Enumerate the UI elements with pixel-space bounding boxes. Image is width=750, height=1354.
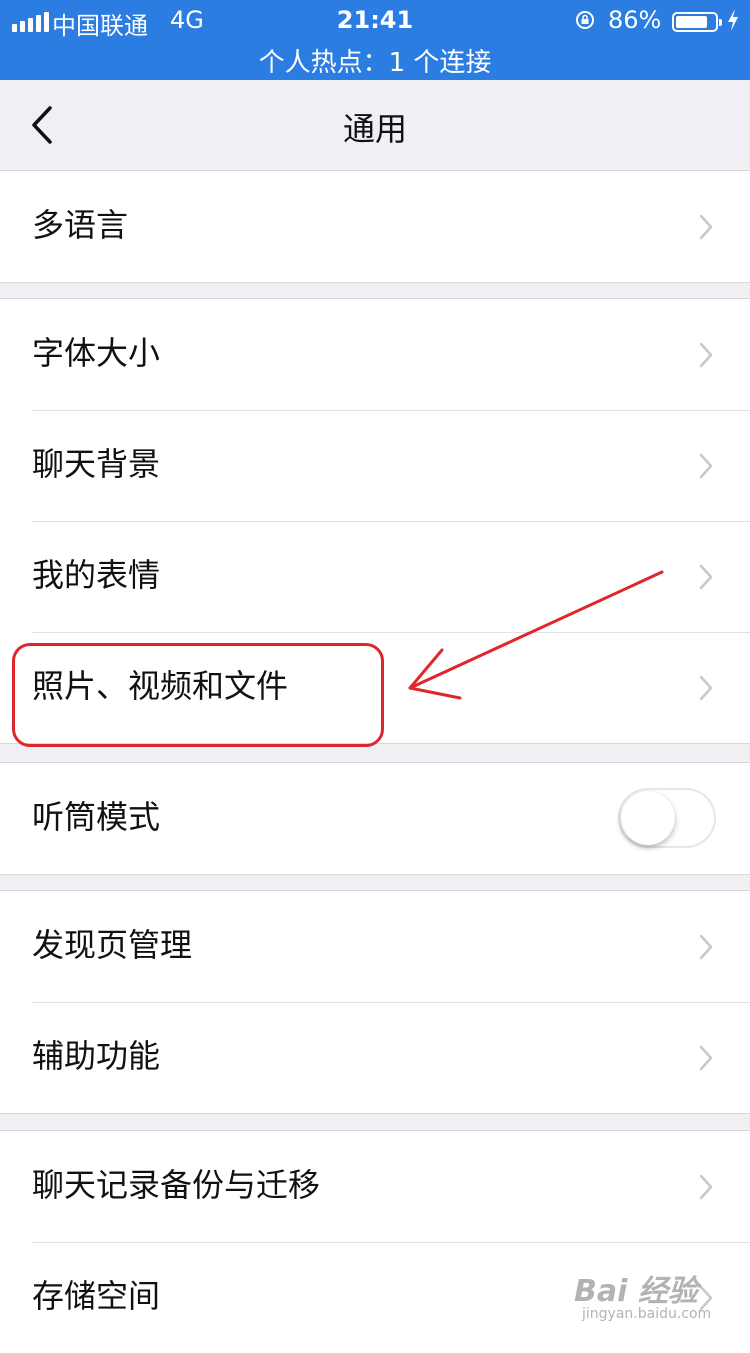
battery-percent: 86% bbox=[608, 6, 662, 34]
chevron-right-icon bbox=[699, 1285, 713, 1311]
settings-group-language: 多语言 bbox=[0, 170, 750, 283]
settings-item-label: 多语言 bbox=[32, 206, 129, 244]
chevron-right-icon bbox=[699, 934, 713, 960]
chevron-right-icon bbox=[699, 1174, 713, 1200]
earpiece-mode-toggle[interactable] bbox=[618, 788, 716, 848]
settings-item-earpiece-mode: 听筒模式 bbox=[0, 763, 750, 874]
settings-item-discover-management[interactable]: 发现页管理 bbox=[0, 891, 750, 1002]
charging-bolt-icon bbox=[728, 9, 738, 31]
settings-item-label: 照片、视频和文件 bbox=[32, 667, 289, 705]
settings-item-label: 存储空间 bbox=[32, 1277, 161, 1315]
settings-item-label: 辅助功能 bbox=[32, 1037, 161, 1075]
chevron-right-icon bbox=[699, 1045, 713, 1071]
chevron-right-icon bbox=[699, 675, 713, 701]
settings-item-my-stickers[interactable]: 我的表情 bbox=[0, 521, 750, 632]
navigation-bar: 通用 bbox=[0, 80, 750, 171]
settings-item-chat-backup-migration[interactable]: 聊天记录备份与迁移 bbox=[0, 1131, 750, 1242]
page-title: 通用 bbox=[342, 110, 407, 148]
settings-item-label: 聊天记录备份与迁移 bbox=[32, 1166, 321, 1204]
settings-item-language[interactable]: 多语言 bbox=[0, 171, 750, 282]
chevron-right-icon bbox=[699, 342, 713, 368]
status-bar: 中国联通 4G 21:41 86% 个人热点：1 个连接 bbox=[0, 0, 750, 80]
settings-item-chat-background[interactable]: 聊天背景 bbox=[0, 410, 750, 521]
settings-item-label: 听筒模式 bbox=[32, 798, 161, 836]
settings-item-label: 字体大小 bbox=[32, 334, 161, 372]
settings-item-photos-videos-files[interactable]: 照片、视频和文件 bbox=[0, 632, 750, 743]
chevron-right-icon bbox=[699, 214, 713, 240]
settings-group-earpiece: 听筒模式 bbox=[0, 762, 750, 875]
chevron-right-icon bbox=[699, 564, 713, 590]
settings-group-display: 字体大小 聊天背景 我的表情 照片、视频和文件 bbox=[0, 298, 750, 744]
settings-item-label: 发现页管理 bbox=[32, 926, 193, 964]
toggle-knob bbox=[621, 791, 675, 845]
settings-item-font-size[interactable]: 字体大小 bbox=[0, 299, 750, 410]
settings-item-storage-space[interactable]: 存储空间 bbox=[0, 1242, 750, 1353]
settings-item-label: 我的表情 bbox=[32, 556, 161, 594]
settings-group-discover: 发现页管理 辅助功能 bbox=[0, 890, 750, 1114]
settings-item-label: 聊天背景 bbox=[32, 445, 161, 483]
settings-item-accessibility[interactable]: 辅助功能 bbox=[0, 1002, 750, 1113]
chevron-right-icon bbox=[699, 453, 713, 479]
status-row: 中国联通 4G 21:41 86% bbox=[0, 4, 750, 40]
orientation-lock-icon bbox=[576, 11, 594, 29]
hotspot-banner[interactable]: 个人热点：1 个连接 bbox=[0, 42, 750, 79]
settings-group-storage: 聊天记录备份与迁移 存储空间 bbox=[0, 1130, 750, 1354]
battery-icon bbox=[672, 12, 722, 32]
